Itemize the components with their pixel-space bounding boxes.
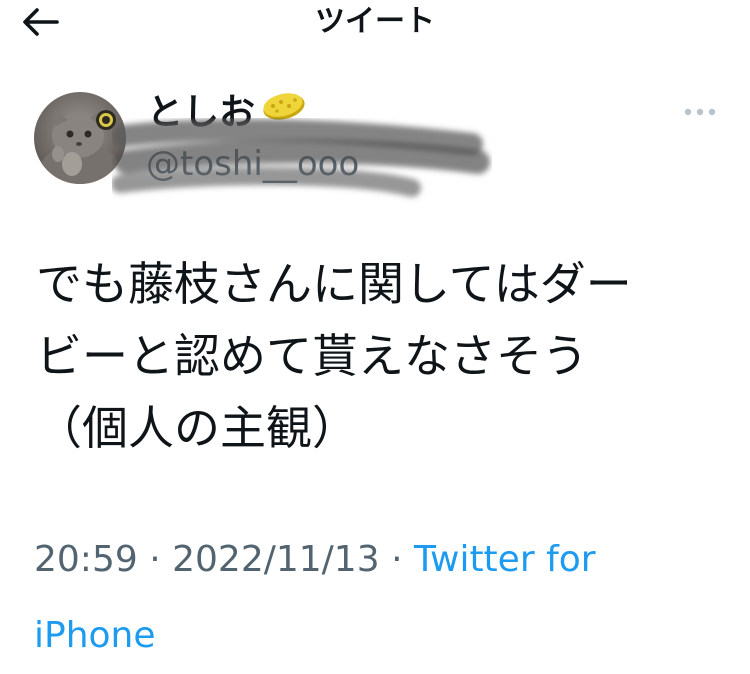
tweet-meta: 20:59 · 2022/11/13 · Twitter for iPhone (34, 522, 714, 674)
tweet-time: 20:59 (34, 539, 138, 580)
more-horizontal-icon (684, 108, 716, 116)
yellow-sponge-emoji-icon (263, 93, 305, 120)
avatar[interactable] (34, 92, 126, 184)
top-bar: ツイート (0, 0, 750, 46)
more-button[interactable] (680, 100, 720, 124)
page-title: ツイート (315, 4, 435, 39)
tweet-text: でも藤枝さんに関してはダー ビーと認めて貰えなさそう （個人の主観） (36, 257, 632, 455)
author-name-row: としお (147, 86, 309, 140)
meta-separator: · (391, 539, 403, 580)
display-name[interactable]: としお (147, 91, 255, 135)
meta-separator: · (149, 539, 161, 580)
tweet-date: 2022/11/13 (172, 539, 380, 580)
author-handle[interactable]: @toshi__ooo (146, 142, 359, 186)
cat-avatar-icon (34, 92, 126, 184)
